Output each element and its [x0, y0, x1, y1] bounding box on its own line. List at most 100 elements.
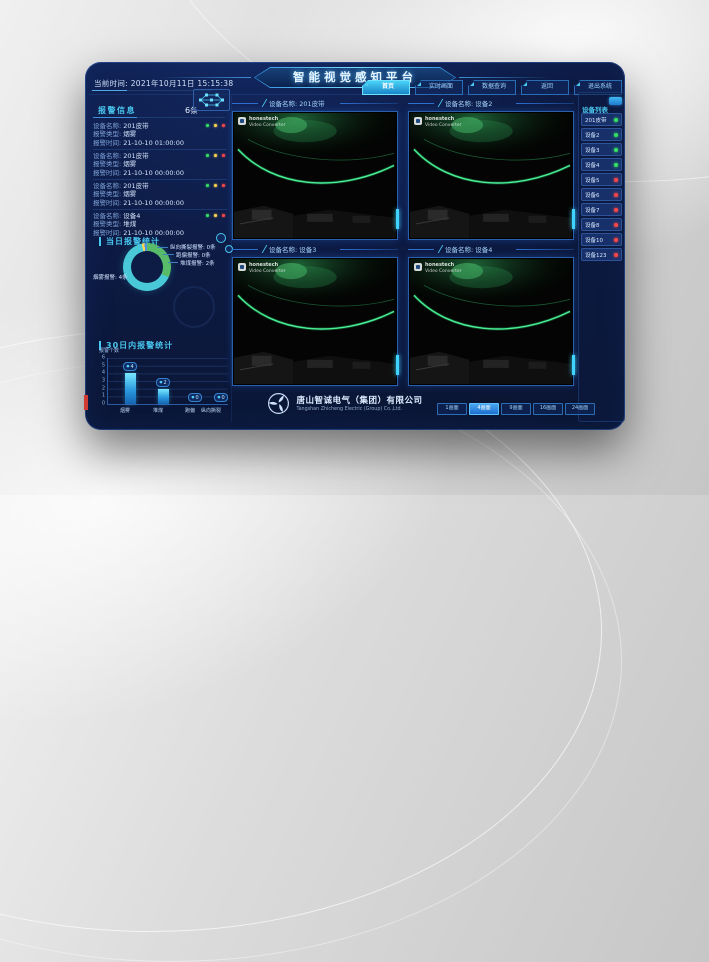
topology-icon [193, 89, 230, 111]
monthly-alarm-bar-chart: 4 烟雾 2 堆煤 0 跑偏 0 纵向撕裂 0123456 [107, 358, 228, 405]
field-value: 21-10-10 00:00:00 [123, 169, 184, 177]
video-feed[interactable]: honestech Video Converter [232, 257, 398, 386]
screen-split-buttons: 1画面 4画面 9画面 16画面 24画面 [437, 403, 595, 415]
alarm-list-item[interactable]: 设备名称:201皮带 报警类型:烟雾 报警时间:21-10-10 00:00:0… [93, 180, 227, 210]
edge-accent [396, 355, 399, 375]
nav-button-live[interactable]: 实时画面 [415, 80, 463, 95]
watermark-line2: Video Converter [425, 123, 461, 128]
alarm-type-row: 报警类型:堆煤 [93, 220, 227, 228]
video-scene [234, 259, 396, 384]
status-indicator-dots [206, 214, 225, 217]
device-status-dot [614, 148, 618, 152]
video-scene [234, 113, 396, 238]
video-cell-title: 设备名称: 设备2 [438, 98, 492, 108]
edge-accent [396, 209, 399, 229]
field-label: 设备名称: [93, 212, 121, 220]
donut-label-coal: 堆煤报警: 2条 [180, 259, 215, 267]
device-row[interactable]: 设备2 [581, 128, 622, 141]
video-cell-header: 设备名称: 设备4 [408, 242, 574, 257]
device-row[interactable]: 设备7 [581, 203, 622, 216]
video-scene [410, 113, 572, 238]
device-status-dot [614, 193, 618, 197]
nav-button-home[interactable]: 首页 [362, 80, 410, 95]
alarm-list-item[interactable]: 设备名称:201皮带 报警类型:烟雾 报警时间:21-10-10 01:00:0… [93, 120, 227, 150]
current-time: 当前时间: 2021年10月11日 15:15:38 [94, 78, 233, 89]
device-row[interactable]: 设备6 [581, 188, 622, 201]
nav-button-back[interactable]: 返回 [521, 80, 569, 95]
y-axis-tick: 4 [102, 371, 105, 376]
device-list: 201皮带 设备2 设备3 设备4 设备5 设备6 设备7 设备8 设备10 设… [581, 113, 622, 261]
y-axis-tick: 1 [102, 394, 105, 399]
video-cell-1[interactable]: 设备名称: 201皮带 honestech Video Converter [232, 96, 398, 240]
view-button-24[interactable]: 24画面 [565, 403, 595, 415]
device-row[interactable]: 设备123 [581, 248, 622, 261]
video-cell-2[interactable]: 设备名称: 设备2 honestech Video Converter [408, 96, 574, 240]
field-value: 201皮带 [123, 122, 148, 130]
video-cell-title: 设备名称: 设备4 [438, 244, 492, 254]
leader-line [163, 254, 174, 255]
field-value: 21-10-10 00:00:00 [123, 229, 184, 237]
field-value: 201皮带 [123, 152, 148, 160]
watermark-logo-icon [238, 263, 246, 271]
device-row[interactable]: 设备3 [581, 143, 622, 156]
view-button-1[interactable]: 1画面 [437, 403, 467, 415]
watermark: honestech Video Converter [414, 263, 461, 274]
view-button-16[interactable]: 16画面 [533, 403, 563, 415]
video-cell-4[interactable]: 设备名称: 设备4 honestech Video Converter [408, 242, 574, 386]
bar-value-badge: 2 [156, 378, 169, 387]
video-scene [410, 259, 572, 384]
device-row[interactable]: 设备10 [581, 233, 622, 246]
device-row[interactable]: 设备5 [581, 173, 622, 186]
x-axis-tick: 堆煤 [153, 407, 163, 414]
alarm-type-row: 报警类型:烟雾 [93, 130, 227, 138]
daily-alarm-donut-chart [123, 243, 171, 291]
device-status-dot [614, 163, 618, 167]
field-value: 21-10-10 00:00:00 [123, 199, 184, 207]
device-status-dot [614, 118, 618, 122]
device-name: 设备6 [585, 191, 600, 199]
device-row[interactable]: 201皮带 [581, 113, 622, 126]
field-label: 报警时间: [93, 229, 121, 237]
field-label: 报警类型: [93, 220, 121, 228]
bar-value-badge: 4 [123, 362, 136, 371]
field-label: 设备名称: [93, 182, 121, 190]
leader-line [157, 247, 168, 248]
device-list-panel: 设备列表 201皮带 设备2 设备3 设备4 设备5 设备6 设备7 设备8 设… [578, 92, 625, 422]
field-value: 21-10-10 01:00:00 [123, 139, 184, 147]
device-row[interactable]: 设备8 [581, 218, 622, 231]
donut-label-deviation: 跑偏报警: 0条 [176, 251, 211, 259]
edge-accent [572, 355, 575, 375]
donut-label-smoke: 烟雾报警: 4条 [93, 273, 128, 281]
field-label: 报警时间: [93, 139, 121, 147]
video-cell-3[interactable]: 设备名称: 设备3 honestech Video Converter [232, 242, 398, 386]
alarm-list-item[interactable]: 设备名称:设备4 报警类型:堆煤 报警时间:21-10-10 00:00:00 [93, 210, 227, 237]
decor-circle [216, 233, 226, 243]
field-label: 报警类型: [93, 160, 121, 168]
video-feed[interactable]: honestech Video Converter [408, 111, 574, 240]
device-row[interactable]: 设备4 [581, 158, 622, 171]
device-list-header: 设备列表 [582, 97, 621, 109]
video-cell-title: 设备名称: 设备3 [262, 244, 316, 254]
bar-value-badge: 0 [188, 393, 201, 402]
device-list-action-button[interactable] [609, 97, 622, 105]
alarm-list-item[interactable]: 设备名称:201皮带 报警类型:烟雾 报警时间:21-10-10 00:00:0… [93, 150, 227, 180]
nav-button-query[interactable]: 数据查询 [468, 80, 516, 95]
device-name: 设备7 [585, 206, 600, 214]
y-axis-tick: 6 [102, 356, 105, 361]
device-status-dot [614, 253, 618, 257]
view-button-4[interactable]: 4画面 [469, 403, 499, 415]
bar [125, 373, 136, 404]
video-feed[interactable]: honestech Video Converter [408, 257, 574, 386]
device-name: 设备10 [585, 236, 603, 244]
y-axis-tick: 2 [102, 386, 105, 391]
bar-group: 2 堆煤 [148, 378, 178, 404]
leader-line [168, 262, 178, 263]
company-name-cn: 唐山智诚电气（集团）有限公司 [296, 394, 422, 406]
view-button-9[interactable]: 9画面 [501, 403, 531, 415]
divider [93, 117, 225, 118]
watermark-line2: Video Converter [249, 123, 285, 128]
video-feed[interactable]: honestech Video Converter [232, 111, 398, 240]
field-label: 报警时间: [93, 199, 121, 207]
field-label: 设备名称: [93, 152, 121, 160]
device-name: 设备8 [585, 221, 600, 229]
